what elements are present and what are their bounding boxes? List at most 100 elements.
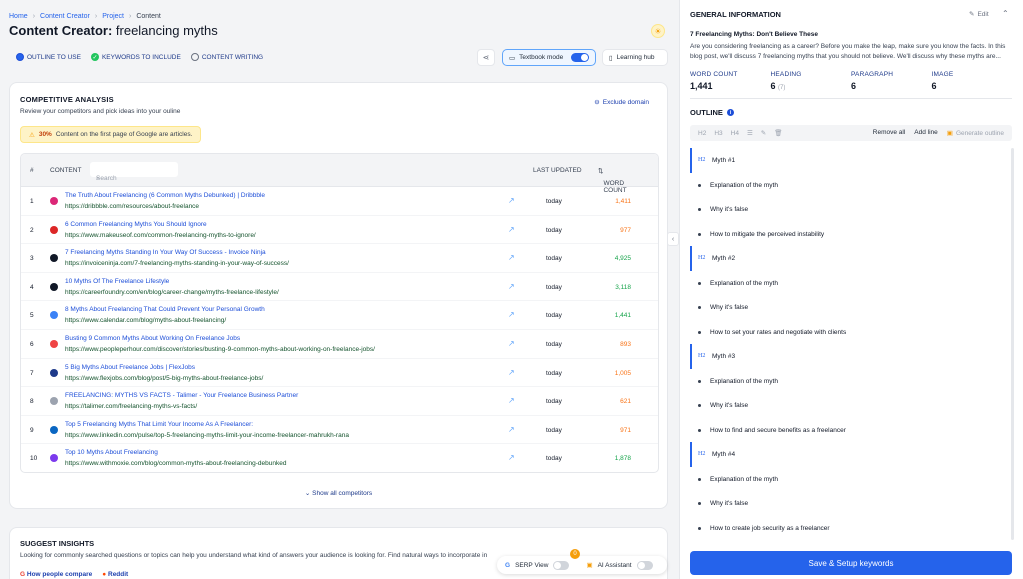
external-link-icon[interactable]: ↗ xyxy=(508,339,515,348)
outline-heading-h3[interactable]: Why it's false xyxy=(690,197,1008,222)
outline-heading-h3[interactable]: Explanation of the myth xyxy=(690,467,1008,492)
table-row[interactable]: 6 Busting 9 Common Myths About Working On… xyxy=(21,330,658,359)
sun-icon[interactable]: ☀ xyxy=(651,24,665,38)
add-line-button[interactable]: Add line xyxy=(914,129,938,137)
last-updated: today xyxy=(546,340,562,348)
table-row[interactable]: 3 7 Freelancing Myths Standing In Your Wa… xyxy=(21,244,658,273)
wordcount-header[interactable]: ⇅ WORD COUNT xyxy=(598,167,627,194)
edit-button[interactable]: ✎ Edit xyxy=(969,10,989,19)
table-row[interactable]: 1 The Truth About Freelancing (6 Common M… xyxy=(21,187,658,216)
outline-heading-h2[interactable]: H2 Myth #4 xyxy=(690,442,1008,467)
bullet-icon xyxy=(698,404,701,407)
link-reddit[interactable]: ● Reddit xyxy=(102,571,128,578)
bullet-icon xyxy=(698,183,701,187)
breadcrumb-project[interactable]: Project xyxy=(102,13,124,20)
competitor-title-link[interactable]: 7 Freelancing Myths Standing In Your Way… xyxy=(65,249,266,256)
share-button[interactable]: ⋖ xyxy=(477,49,495,66)
table-row[interactable]: 5 8 Myths About Freelancing That Could Pr… xyxy=(21,301,658,330)
learning-hub-button[interactable]: ▯ Learning hub xyxy=(602,49,668,66)
last-updated: today xyxy=(546,255,562,263)
competitor-title-link[interactable]: 10 Myths Of The Freelance Lifestyle xyxy=(65,278,169,285)
external-link-icon[interactable]: ↗ xyxy=(508,396,515,405)
edit-icon[interactable]: ✎ xyxy=(761,129,766,137)
external-link-icon[interactable]: ↗ xyxy=(508,253,515,262)
external-link-icon[interactable]: ↗ xyxy=(508,225,515,234)
external-link-icon[interactable]: ↗ xyxy=(508,368,515,377)
collapse-panel-button[interactable]: ‹ xyxy=(667,232,679,246)
external-link-icon[interactable]: ↗ xyxy=(508,196,515,205)
competitor-title-link[interactable]: FREELANCING: MYTHS VS FACTS - Talimer - … xyxy=(65,392,298,399)
outline-heading-h3[interactable]: How to find and secure benefits as a fre… xyxy=(690,418,1008,443)
bullet-icon xyxy=(698,208,701,211)
outline-heading-h3[interactable]: How to set your rates and negotiate with… xyxy=(690,320,1008,345)
chevron-up-icon[interactable]: ⌃ xyxy=(1002,9,1009,18)
floating-toolbar: G SERP View ▣ AI Assistant xyxy=(497,556,667,574)
outline-heading-h3[interactable]: How to mitigate the perceived instabilit… xyxy=(690,222,1008,247)
row-index: 5 xyxy=(30,312,34,320)
outline-heading-h3[interactable]: Explanation of the myth xyxy=(690,271,1008,296)
h4-button[interactable]: H4 xyxy=(731,130,739,137)
table-row[interactable]: 2 6 Common Freelancing Myths You Should I… xyxy=(21,216,658,245)
toggle-switch[interactable] xyxy=(571,53,589,62)
search-input[interactable]: ⌕ Search xyxy=(89,161,179,182)
outline-heading-h2[interactable]: H2 Myth #2 xyxy=(690,246,1008,271)
external-link-icon[interactable]: ↗ xyxy=(508,310,515,319)
breadcrumb-content-creator[interactable]: Content Creator xyxy=(40,13,90,20)
table-row[interactable]: 9 Top 5 Freelancing Myths That Limit Your… xyxy=(21,416,658,445)
trash-icon[interactable]: 🗑 xyxy=(774,129,782,137)
word-count: 3,118 xyxy=(615,283,631,291)
textbook-mode-toggle[interactable]: ▭ Textbook mode xyxy=(502,49,596,66)
outline-heading-h3[interactable]: Why it's false xyxy=(690,491,1008,516)
tab-outline[interactable]: OUTLINE TO USE xyxy=(16,53,81,61)
table-row[interactable]: 8 FREELANCING: MYTHS VS FACTS - Talimer -… xyxy=(21,387,658,416)
breadcrumb-home[interactable]: Home xyxy=(9,13,28,20)
external-link-icon[interactable]: ↗ xyxy=(508,282,515,291)
outline-heading-h3[interactable]: Why it's false xyxy=(690,393,1008,418)
list-icon[interactable]: ☰ xyxy=(747,129,753,137)
external-link-icon[interactable]: ↗ xyxy=(508,425,515,434)
competitor-title-link[interactable]: Top 5 Freelancing Myths That Limit Your … xyxy=(65,421,253,428)
outline-toolbar: H2 H3 H4 ☰ ✎ 🗑 Remove all Add line ▣ Gene… xyxy=(690,125,1012,141)
ai-assistant-toggle[interactable] xyxy=(636,560,653,570)
table-row[interactable]: 7 5 Big Myths About Freelance Jobs | Flex… xyxy=(21,359,658,388)
stats-row: WORD COUNT 1,441 HEADING 6 (7) PARAGRAPH 6 … xyxy=(690,71,1012,91)
bullet-icon xyxy=(698,477,701,481)
show-all-competitors[interactable]: ⌄ Show all competitors xyxy=(10,489,667,497)
minus-circle-icon: ⊖ xyxy=(594,99,600,106)
outline-heading-h2[interactable]: H2 Myth #1 xyxy=(690,148,1008,173)
bullet-icon xyxy=(698,379,701,383)
tab-keywords[interactable]: ✓ KEYWORDS TO INCLUDE xyxy=(90,53,181,61)
generate-outline-button[interactable]: ▣ Generate outline xyxy=(947,129,1004,138)
h2-button[interactable]: H2 xyxy=(698,130,706,137)
save-setup-keywords-button[interactable]: Save & Setup keywords xyxy=(690,551,1012,575)
exclude-domain-button[interactable]: ⊖ Exclude domain xyxy=(594,98,649,107)
competitor-url: https://careerfoundry.com/en/blog/career… xyxy=(65,288,279,296)
info-icon[interactable]: i xyxy=(726,109,734,116)
competitor-title-link[interactable]: 5 Big Myths About Freelance Jobs | FlexJ… xyxy=(65,364,195,371)
outline-heading-h3[interactable]: Explanation of the myth xyxy=(690,173,1008,198)
competitor-title-link[interactable]: Top 10 Myths About Freelancing xyxy=(65,449,158,456)
external-link-icon[interactable]: ↗ xyxy=(508,453,515,462)
outline-heading-h3[interactable]: Explanation of the myth xyxy=(690,369,1008,394)
table-row[interactable]: 10 Top 10 Myths About Freelancing https://… xyxy=(21,444,658,472)
competitor-title-link[interactable]: 6 Common Freelancing Myths You Should Ig… xyxy=(65,221,207,228)
tab-writing[interactable]: CONTENT WRITING xyxy=(190,53,263,61)
word-count: 971 xyxy=(620,426,631,434)
serp-view-toggle[interactable] xyxy=(553,560,570,570)
scrollbar[interactable] xyxy=(1011,148,1014,540)
h3-button[interactable]: H3 xyxy=(714,130,722,137)
competitor-title-link[interactable]: 8 Myths About Freelancing That Could Pre… xyxy=(65,306,265,313)
outline-heading-h3[interactable]: Why it's false xyxy=(690,295,1008,320)
stat-heading: HEADING 6 (7) xyxy=(770,71,802,91)
competitor-title-link[interactable]: Busting 9 Common Myths About Working On … xyxy=(65,335,240,342)
bullet-icon xyxy=(698,281,701,285)
link-how-people-compare[interactable]: G How people compare xyxy=(20,571,92,578)
last-updated: today xyxy=(546,369,562,377)
table-row[interactable]: 4 10 Myths Of The Freelance Lifestyle http… xyxy=(21,273,658,302)
competitor-title-link[interactable]: The Truth About Freelancing (6 Common My… xyxy=(65,192,265,199)
remove-all-button[interactable]: Remove all xyxy=(873,129,906,137)
stat-image: IMAGE 6 xyxy=(931,71,954,91)
outline-heading-h3[interactable]: How to create job security as a freelanc… xyxy=(690,516,1008,541)
outline-heading-h2[interactable]: H2 Myth #3 xyxy=(690,344,1008,369)
word-count: 1,441 xyxy=(614,312,631,320)
